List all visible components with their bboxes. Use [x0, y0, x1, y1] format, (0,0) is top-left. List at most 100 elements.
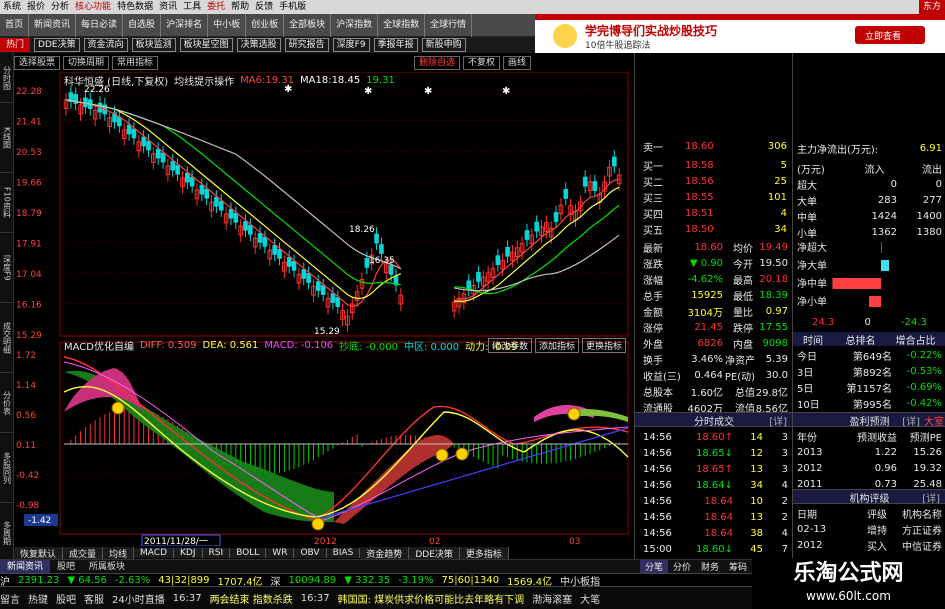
nav-item[interactable]: 全球指数 [378, 13, 426, 37]
ticker-item[interactable]: 股吧 [56, 591, 76, 606]
rank-tab[interactable]: 增合占比 [888, 332, 943, 347]
chart-tool-button[interactable]: 选择股票 [14, 56, 61, 70]
flow-label: 中单 [797, 212, 817, 224]
nav-item[interactable]: 每日必读 [76, 13, 124, 37]
rank-tab[interactable]: 总排名 [833, 332, 888, 347]
toolbar-button[interactable]: 深度F9 [332, 38, 370, 52]
toolbar-button[interactable]: 决策选股 [236, 38, 281, 52]
forecast-more[interactable]: 大室 [924, 413, 944, 428]
nav-item[interactable]: 首页 [0, 13, 30, 37]
toolbar-button[interactable]: 板块监测 [131, 38, 176, 52]
sidebar-item[interactable]: F10资料 [0, 173, 14, 233]
menu-item[interactable]: 工具 [180, 0, 204, 14]
menu-item[interactable]: 分析 [48, 0, 72, 14]
chart-tool-button[interactable]: 常用指标 [112, 56, 159, 70]
toolbar-button[interactable]: 板块星空图 [179, 38, 233, 52]
ad-banner[interactable]: 学完博导们实战炒股技巧 10倍牛股追踪法 立即查看 [535, 14, 945, 53]
rank-tab[interactable]: 时间 [793, 332, 833, 347]
indicator-tab[interactable]: 成交量 [63, 546, 104, 560]
news-tab[interactable]: 股吧 [50, 560, 82, 574]
menu-item[interactable]: 委托 [204, 0, 228, 14]
rating-row: 02-13 增持 方正证券 [797, 521, 942, 537]
stat-label: 金额 [643, 307, 663, 319]
detail-tab[interactable]: 分笔 [640, 560, 669, 573]
ticker-item[interactable]: 热键 [28, 591, 48, 606]
chart-tool-button[interactable]: 删除自选 [413, 56, 460, 70]
macd-ytick: 1.14 [16, 381, 36, 391]
ad-button[interactable]: 立即查看 [865, 29, 901, 42]
ticker-item[interactable]: 留言 [0, 591, 20, 606]
kline-chart[interactable]: 22.28 21.41 20.53 19.66 18.79 17.91 17.04 16.16… [14, 72, 634, 546]
menu-item[interactable]: 报价 [24, 0, 48, 14]
sidebar-item[interactable]: K线图 [0, 103, 14, 173]
menu-item[interactable]: 反馈 [252, 0, 276, 14]
menu-item[interactable]: 帮助 [228, 0, 252, 14]
indicator-tab[interactable]: MACD [134, 548, 175, 558]
nav-item[interactable]: 沪深排名 [161, 13, 209, 37]
news-tab[interactable]: 所属板块 [82, 560, 132, 574]
chart-tool-button[interactable]: 画线 [502, 56, 531, 70]
macd-ytick: -0.98 [16, 501, 40, 511]
fin-value: 0.464 [694, 369, 723, 381]
macd-button[interactable]: 更换指标 [582, 338, 627, 353]
forecast-detail-link[interactable]: [详] [902, 413, 920, 428]
indicator-tab[interactable]: BOLL [230, 548, 267, 558]
sidebar-item[interactable]: 成交明细 [0, 303, 14, 373]
toolbar-button[interactable]: DDE决策 [34, 38, 80, 52]
toolbar-button[interactable]: 新股申购 [421, 38, 466, 52]
index-status-item: -2.63% [114, 574, 151, 586]
sidebar-item[interactable]: 分价表 [0, 373, 14, 433]
detail-tab[interactable]: 分价 [668, 560, 697, 573]
nav-item[interactable]: 创业板 [246, 13, 285, 37]
toolbar-button[interactable]: 研究报告 [284, 38, 329, 52]
ticker-item[interactable]: 24小时直播 [112, 591, 165, 606]
toolbar-button[interactable]: 资金流向 [83, 38, 128, 52]
menu-item[interactable]: 特色数据 [114, 0, 156, 14]
indicator-tab[interactable]: WR [266, 548, 295, 558]
chart-tool-button[interactable]: 不复权 [462, 56, 500, 70]
tick-count: 7 [781, 543, 788, 555]
indicator-tab[interactable]: RSI [202, 548, 231, 558]
detail-tab[interactable]: 财务 [696, 560, 725, 573]
flow-out-label: 流出 [922, 165, 942, 176]
indicator-tab[interactable]: 恢复默认 [14, 546, 64, 560]
detail-tab[interactable]: 筹码 [724, 560, 753, 573]
indicator-tab[interactable]: 均线 [103, 546, 135, 560]
sidebar-item[interactable]: 分时图 [0, 53, 14, 103]
hot-button[interactable]: 热门 [0, 38, 31, 52]
toolbar-button[interactable]: 季报年报 [373, 38, 418, 52]
nav-item[interactable]: 自选股 [123, 13, 162, 37]
ticks-detail-link[interactable]: [详] [769, 413, 787, 428]
menu-item[interactable]: 手机版 [276, 0, 309, 14]
nav-item[interactable]: 新闻资讯 [29, 13, 77, 37]
rating-detail-link[interactable]: [详] [922, 490, 940, 505]
indicator-tab[interactable]: OBV [294, 548, 327, 558]
buy-row: 买二 18.56 25 [643, 173, 788, 189]
menu-item[interactable]: 核心功能 [72, 0, 114, 14]
sidebar-item[interactable]: 深度F9 [0, 233, 14, 303]
indicator-tab[interactable]: 更多指标 [459, 546, 509, 560]
sidebar-item[interactable]: 多股同列 [0, 433, 14, 503]
sidebar-item[interactable]: 多周期 [0, 503, 14, 563]
nav-item[interactable]: 沪深指数 [331, 13, 379, 37]
stat-label: 均价 [733, 243, 753, 255]
tick-volume: 12 [750, 447, 763, 459]
indicator-tab[interactable]: BIAS [326, 548, 361, 558]
tick-row: 14:56 18.60↑ 14 3 [643, 429, 788, 445]
nav-item[interactable]: 中小板 [208, 13, 247, 37]
chart-tool-button[interactable]: 切换周期 [63, 56, 110, 70]
macd-button[interactable]: 添加指标 [535, 338, 580, 353]
nav-item[interactable]: 全球行情 [425, 13, 473, 37]
net-right-label: -24.3 [901, 317, 927, 328]
ticker-item[interactable]: 客服 [84, 591, 104, 606]
indicator-tab[interactable]: KDJ [174, 548, 203, 558]
news-tab[interactable]: 新闻资讯 [0, 559, 51, 574]
indicator-tab[interactable]: DDE决策 [409, 546, 460, 560]
nav-item[interactable]: 全部板块 [284, 13, 332, 37]
tick-count: 3 [781, 447, 788, 459]
buy-row: 买四 18.51 4 [643, 205, 788, 221]
indicator-tab[interactable]: 资金趋势 [360, 546, 410, 560]
menu-item[interactable]: 系统 [0, 0, 24, 14]
macd-button[interactable]: 修改参数 [488, 338, 533, 353]
menu-item[interactable]: 资讯 [156, 0, 180, 14]
